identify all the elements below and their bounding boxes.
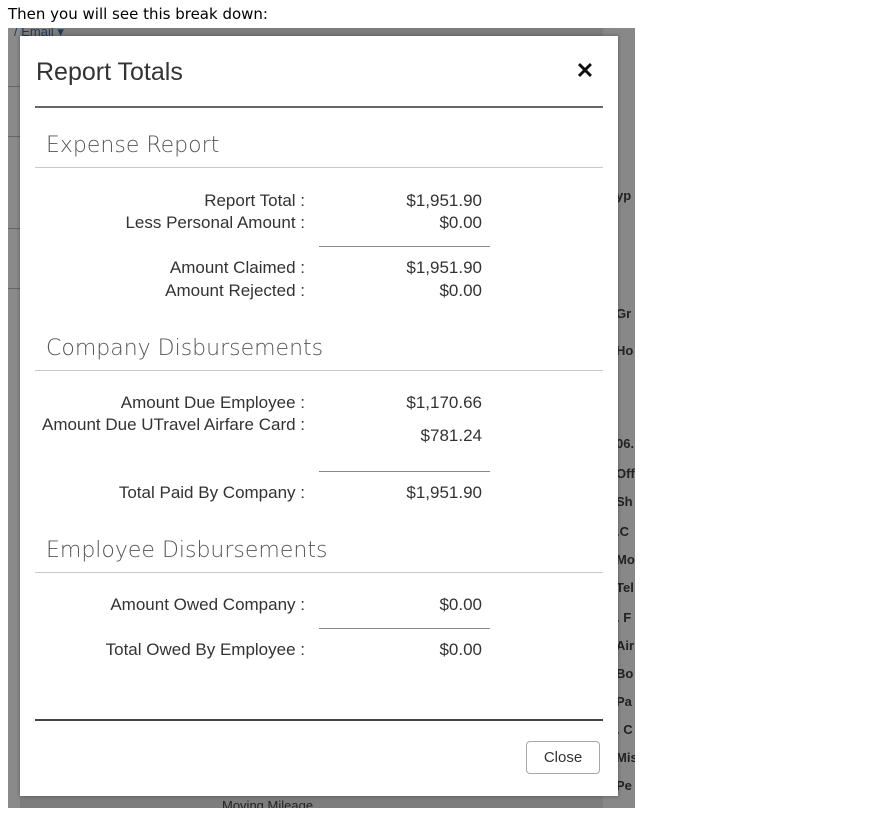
row-label-amount-claimed: Amount Claimed : [169,258,305,277]
row-value-report-total: $1,951.90 [406,191,482,210]
subtotal-divider [319,471,490,472]
subtotal-divider [319,628,490,629]
row-label-amount-rejected: Amount Rejected : [165,281,305,300]
background-fragment: Pe [616,778,632,793]
background-left-column [8,28,20,808]
background-fragment: Off [616,466,635,481]
section-divider [35,370,603,371]
section-title-employee-disbursements: Employee Disbursements [46,538,328,563]
footer-divider [35,719,603,721]
row-label-amount-due-utravel-airfare-card: Amount Due UTravel Airfare Card : [42,415,305,434]
report-totals-modal: Report Totals ✕ Expense Report Report To… [20,36,618,796]
section-divider [35,572,603,573]
section-title-company-disbursements: Company Disbursements [46,336,324,361]
row-value-amount-claimed: $1,951.90 [406,258,482,277]
row-value-total-owed-by-employee: $0.00 [439,640,482,659]
background-fragment: Pa [616,694,632,709]
intro-text: Then you will see this break down: [8,5,268,23]
background-fragment: Tel [616,580,634,595]
background-fragment: Gr [616,306,632,321]
background-fragment: Ho [616,343,634,358]
background-divider [8,86,20,87]
background-fragment: Mis [616,750,635,765]
row-label-total-owed-by-employee: Total Owed By Employee : [105,640,305,659]
background-fragment: Sh [616,494,633,509]
section-divider [35,167,603,168]
background-fragment: Bo [616,666,634,681]
background-divider [8,288,20,289]
row-value-amount-owed-company: $0.00 [439,595,482,614]
section-title-expense-report: Expense Report [46,133,220,158]
background-bottom-fragment: Moving Mileage [222,798,314,808]
close-icon[interactable]: ✕ [574,60,596,82]
row-value-less-personal-amount: $0.00 [439,213,482,232]
background-divider [8,136,20,137]
subtotal-divider [319,246,490,247]
background-divider [8,228,20,229]
row-value-amount-rejected: $0.00 [439,281,482,300]
close-button[interactable]: Close [526,741,600,774]
row-value-total-paid-by-company: $1,951.90 [406,483,482,502]
row-label-amount-due-employee: Amount Due Employee : [120,393,305,412]
background-fragment: 06. [616,436,635,451]
row-value-amount-due-employee: $1,170.66 [406,393,482,412]
background-fragment: Air [616,638,635,653]
row-label-total-paid-by-company: Total Paid By Company : [118,483,305,502]
background-fragment: . C [616,722,633,737]
background-fragment: . F [616,610,632,625]
background-fragment: Mo [616,552,635,567]
row-label-amount-owed-company: Amount Owed Company : [110,595,305,614]
row-label-report-total: Report Total : [204,191,305,210]
background-fragment: yp [616,188,632,203]
row-value-amount-due-utravel-airfare-card: $781.24 [420,426,482,445]
header-divider [35,106,603,108]
modal-title: Report Totals [36,58,183,86]
row-label-less-personal-amount: Less Personal Amount : [125,213,305,232]
